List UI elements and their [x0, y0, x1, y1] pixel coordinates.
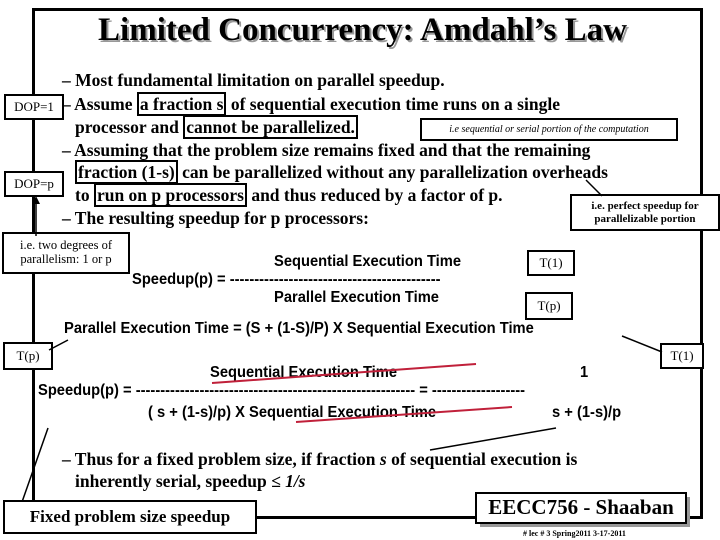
slide: Limited Concurrency: Amdahl’s Law – Most…: [0, 0, 720, 540]
footer-info: # lec # 3 Spring2011 3-17-2011: [523, 529, 626, 538]
course-badge: EECC756 - Shaaban: [475, 492, 687, 524]
fixed-problem-size-label: Fixed problem size speedup: [3, 500, 257, 534]
annotation-lines: [21, 179, 663, 503]
